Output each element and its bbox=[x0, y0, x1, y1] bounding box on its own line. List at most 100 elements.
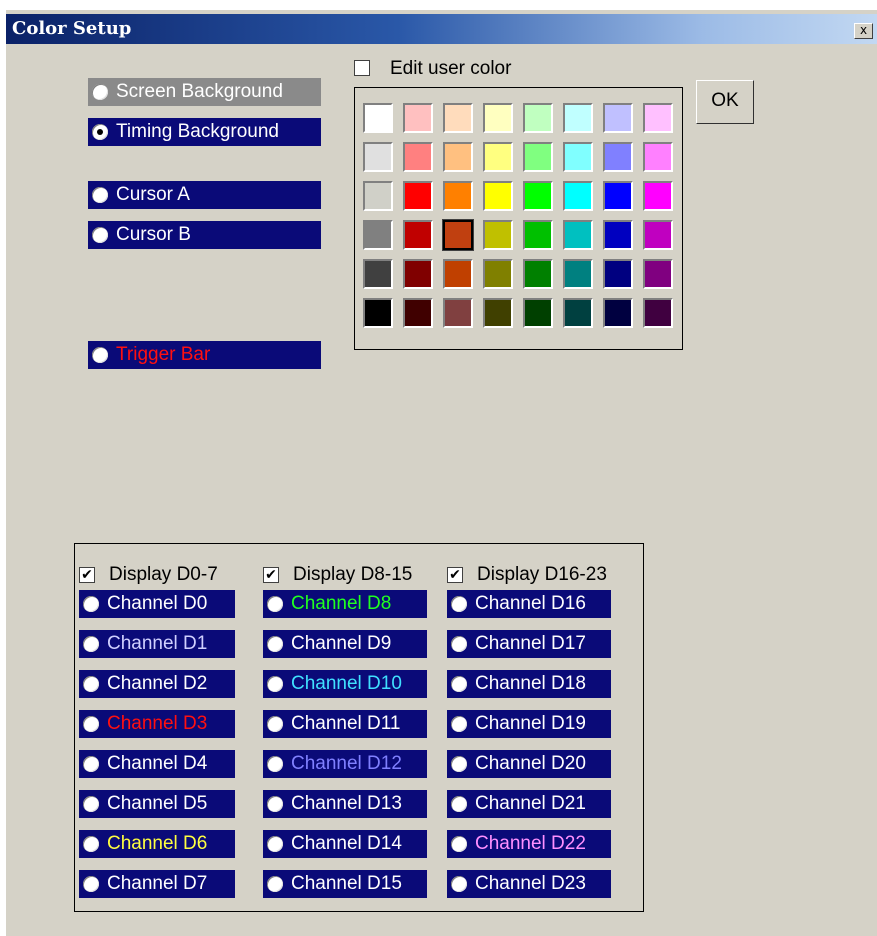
edit-user-color-checkbox[interactable] bbox=[354, 60, 370, 76]
color-swatch[interactable] bbox=[403, 142, 433, 172]
color-swatch[interactable] bbox=[603, 142, 633, 172]
color-swatch[interactable] bbox=[363, 142, 393, 172]
color-swatch[interactable] bbox=[442, 219, 474, 251]
radio-button[interactable] bbox=[92, 347, 108, 363]
color-swatch[interactable] bbox=[403, 298, 433, 328]
radio-channel-d15[interactable]: Channel D15 bbox=[263, 870, 427, 898]
color-swatch[interactable] bbox=[563, 220, 593, 250]
radio-button[interactable] bbox=[83, 716, 99, 732]
radio-channel-d9[interactable]: Channel D9 bbox=[263, 630, 427, 658]
color-swatch[interactable] bbox=[363, 181, 393, 211]
radio-cursor-a[interactable]: Cursor A bbox=[88, 181, 321, 209]
radio-button[interactable] bbox=[267, 596, 283, 612]
radio-button[interactable] bbox=[83, 876, 99, 892]
radio-channel-d12[interactable]: Channel D12 bbox=[263, 750, 427, 778]
color-swatch[interactable] bbox=[643, 103, 673, 133]
color-swatch[interactable] bbox=[363, 298, 393, 328]
radio-channel-d16[interactable]: Channel D16 bbox=[447, 590, 611, 618]
color-swatch[interactable] bbox=[523, 103, 553, 133]
radio-button[interactable] bbox=[83, 756, 99, 772]
display-group-checkbox[interactable]: ✔ bbox=[263, 567, 279, 583]
radio-channel-d22[interactable]: Channel D22 bbox=[447, 830, 611, 858]
radio-channel-d20[interactable]: Channel D20 bbox=[447, 750, 611, 778]
radio-trigger-bar[interactable]: Trigger Bar bbox=[88, 341, 321, 369]
radio-button[interactable] bbox=[451, 596, 467, 612]
radio-button[interactable] bbox=[267, 716, 283, 732]
color-swatch[interactable] bbox=[563, 298, 593, 328]
color-swatch[interactable] bbox=[483, 103, 513, 133]
ok-button[interactable]: OK bbox=[696, 80, 754, 124]
radio-button[interactable] bbox=[451, 836, 467, 852]
color-swatch[interactable] bbox=[603, 181, 633, 211]
color-swatch[interactable] bbox=[363, 259, 393, 289]
radio-button[interactable] bbox=[267, 876, 283, 892]
radio-button[interactable] bbox=[451, 636, 467, 652]
radio-channel-d0[interactable]: Channel D0 bbox=[79, 590, 235, 618]
color-swatch[interactable] bbox=[523, 220, 553, 250]
radio-cursor-b[interactable]: Cursor B bbox=[88, 221, 321, 249]
color-swatch[interactable] bbox=[483, 259, 513, 289]
color-swatch[interactable] bbox=[603, 298, 633, 328]
radio-channel-d4[interactable]: Channel D4 bbox=[79, 750, 235, 778]
color-swatch[interactable] bbox=[443, 259, 473, 289]
color-swatch[interactable] bbox=[403, 103, 433, 133]
radio-button[interactable] bbox=[451, 716, 467, 732]
radio-channel-d23[interactable]: Channel D23 bbox=[447, 870, 611, 898]
radio-button[interactable] bbox=[92, 187, 108, 203]
radio-channel-d8[interactable]: Channel D8 bbox=[263, 590, 427, 618]
color-swatch[interactable] bbox=[483, 181, 513, 211]
radio-channel-d5[interactable]: Channel D5 bbox=[79, 790, 235, 818]
radio-button[interactable] bbox=[267, 836, 283, 852]
color-swatch[interactable] bbox=[603, 220, 633, 250]
radio-button[interactable] bbox=[267, 636, 283, 652]
radio-button[interactable] bbox=[83, 796, 99, 812]
radio-button[interactable] bbox=[267, 796, 283, 812]
radio-button[interactable] bbox=[451, 756, 467, 772]
color-swatch[interactable] bbox=[443, 181, 473, 211]
color-swatch[interactable] bbox=[643, 181, 673, 211]
color-swatch[interactable] bbox=[563, 103, 593, 133]
radio-button[interactable] bbox=[451, 876, 467, 892]
radio-channel-d13[interactable]: Channel D13 bbox=[263, 790, 427, 818]
color-swatch[interactable] bbox=[483, 220, 513, 250]
color-swatch[interactable] bbox=[443, 298, 473, 328]
radio-channel-d7[interactable]: Channel D7 bbox=[79, 870, 235, 898]
radio-channel-d11[interactable]: Channel D11 bbox=[263, 710, 427, 738]
color-swatch[interactable] bbox=[403, 259, 433, 289]
radio-button[interactable] bbox=[267, 676, 283, 692]
radio-channel-d14[interactable]: Channel D14 bbox=[263, 830, 427, 858]
color-swatch[interactable] bbox=[563, 142, 593, 172]
display-group-checkbox[interactable]: ✔ bbox=[447, 567, 463, 583]
color-swatch[interactable] bbox=[603, 259, 633, 289]
radio-button[interactable] bbox=[92, 84, 108, 100]
color-swatch[interactable] bbox=[643, 298, 673, 328]
color-swatch[interactable] bbox=[443, 142, 473, 172]
radio-channel-d19[interactable]: Channel D19 bbox=[447, 710, 611, 738]
radio-channel-d1[interactable]: Channel D1 bbox=[79, 630, 235, 658]
radio-button[interactable] bbox=[83, 676, 99, 692]
color-swatch[interactable] bbox=[523, 181, 553, 211]
color-swatch[interactable] bbox=[563, 181, 593, 211]
color-swatch[interactable] bbox=[483, 142, 513, 172]
color-swatch[interactable] bbox=[523, 259, 553, 289]
radio-timing-background[interactable]: Timing Background bbox=[88, 118, 321, 146]
radio-button[interactable] bbox=[92, 227, 108, 243]
color-swatch[interactable] bbox=[643, 220, 673, 250]
color-swatch[interactable] bbox=[403, 220, 433, 250]
radio-channel-d10[interactable]: Channel D10 bbox=[263, 670, 427, 698]
color-swatch[interactable] bbox=[523, 142, 553, 172]
radio-channel-d3[interactable]: Channel D3 bbox=[79, 710, 235, 738]
color-swatch[interactable] bbox=[403, 181, 433, 211]
color-swatch[interactable] bbox=[443, 103, 473, 133]
color-swatch[interactable] bbox=[563, 259, 593, 289]
radio-channel-d21[interactable]: Channel D21 bbox=[447, 790, 611, 818]
radio-button[interactable] bbox=[92, 124, 108, 140]
radio-button[interactable] bbox=[83, 636, 99, 652]
color-swatch[interactable] bbox=[363, 103, 393, 133]
close-button[interactable]: x bbox=[854, 23, 873, 39]
radio-channel-d6[interactable]: Channel D6 bbox=[79, 830, 235, 858]
color-swatch[interactable] bbox=[363, 220, 393, 250]
display-group-checkbox[interactable]: ✔ bbox=[79, 567, 95, 583]
radio-button[interactable] bbox=[83, 836, 99, 852]
color-swatch[interactable] bbox=[483, 298, 513, 328]
